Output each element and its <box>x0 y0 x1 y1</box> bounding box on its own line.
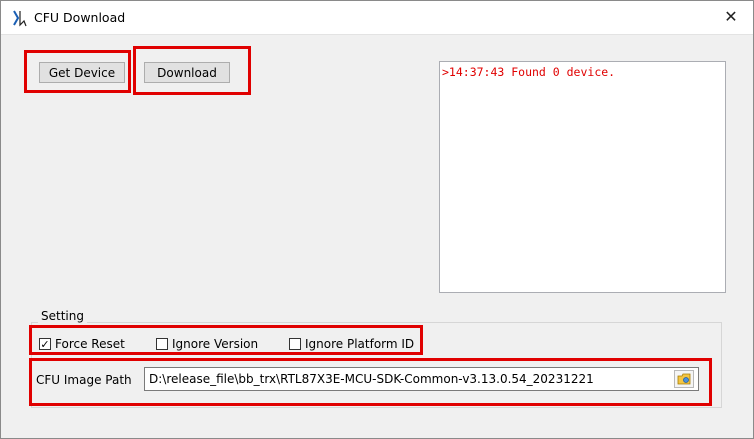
log-output[interactable]: >14:37:43 Found 0 device. <box>439 61 726 293</box>
setting-group-label: Setting <box>38 309 87 323</box>
window-title: CFU Download <box>34 10 126 25</box>
cfu-app-icon <box>13 10 27 27</box>
close-icon[interactable]: ✕ <box>719 6 743 28</box>
log-line: >14:37:43 Found 0 device. <box>442 65 616 79</box>
cfu-download-window: CFU Download ✕ Get Device Download >14:3… <box>0 0 754 439</box>
highlight-download <box>133 46 251 95</box>
title-bar: CFU Download ✕ <box>1 1 753 35</box>
highlight-checkboxes <box>29 325 423 355</box>
highlight-get-device <box>24 50 131 93</box>
highlight-image-path <box>29 358 712 406</box>
